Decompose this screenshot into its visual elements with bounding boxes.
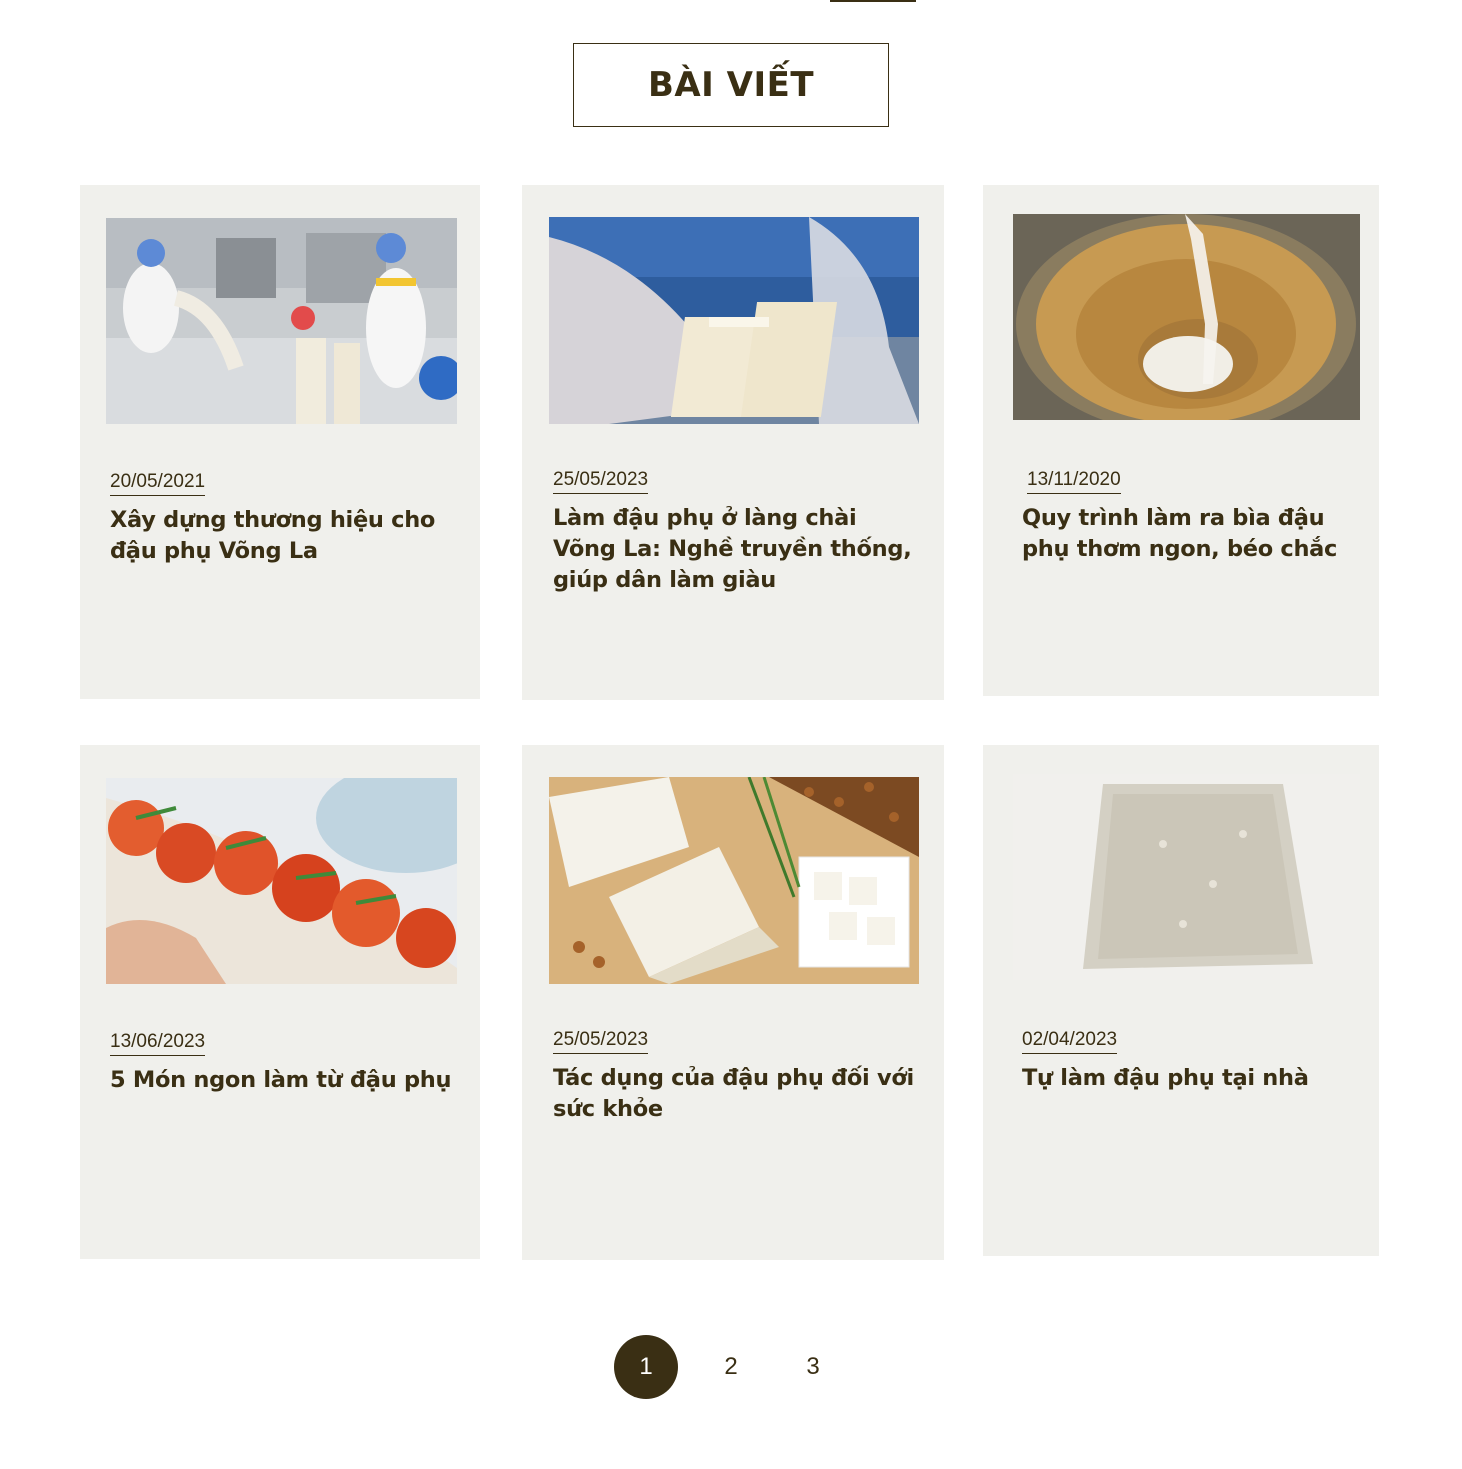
page-2-button[interactable]: 2	[699, 1335, 763, 1399]
post-date: 25/05/2023	[553, 469, 649, 494]
post-card[interactable]: 25/05/2023 Tác dụng của đậu phụ đối với …	[522, 745, 944, 1260]
post-date: 13/11/2020	[1027, 469, 1121, 494]
top-divider	[830, 0, 916, 2]
post-date: 25/05/2023	[553, 1029, 649, 1054]
post-title[interactable]: Xây dựng thương hiệu cho đậu phụ Võng La	[110, 505, 465, 567]
post-title[interactable]: 5 Món ngon làm từ đậu phụ	[110, 1065, 470, 1096]
post-thumbnail[interactable]	[549, 777, 919, 984]
post-title[interactable]: Quy trình làm ra bìa đậu phụ thơm ngon, …	[1022, 503, 1367, 565]
post-thumbnail[interactable]	[106, 218, 457, 424]
post-card[interactable]: 13/11/2020 Quy trình làm ra bìa đậu phụ …	[983, 185, 1379, 696]
post-card[interactable]: 25/05/2023 Làm đậu phụ ở làng chài Võng …	[522, 185, 944, 700]
post-date: 13/06/2023	[110, 1031, 206, 1056]
post-thumbnail[interactable]	[1013, 214, 1360, 420]
post-thumbnail[interactable]	[549, 217, 919, 424]
page-1-button[interactable]: 1	[614, 1335, 678, 1399]
post-title[interactable]: Làm đậu phụ ở làng chài Võng La: Nghề tr…	[553, 503, 923, 596]
post-thumbnail[interactable]	[106, 778, 457, 984]
post-date: 02/04/2023	[1022, 1029, 1118, 1054]
post-card[interactable]: 20/05/2021 Xây dựng thương hiệu cho đậu …	[80, 185, 480, 699]
post-card[interactable]: 02/04/2023 Tự làm đậu phụ tại nhà	[983, 745, 1379, 1256]
pagination: 1 2 3	[0, 1335, 1462, 1399]
post-thumbnail[interactable]	[1013, 774, 1360, 980]
post-title[interactable]: Tác dụng của đậu phụ đối với sức khỏe	[553, 1063, 923, 1125]
post-card[interactable]: 13/06/2023 5 Món ngon làm từ đậu phụ	[80, 745, 480, 1259]
page-3-button[interactable]: 3	[781, 1335, 845, 1399]
section-title: BÀI VIẾT	[573, 43, 889, 127]
post-date: 20/05/2021	[110, 471, 206, 496]
post-title[interactable]: Tự làm đậu phụ tại nhà	[1022, 1063, 1367, 1094]
